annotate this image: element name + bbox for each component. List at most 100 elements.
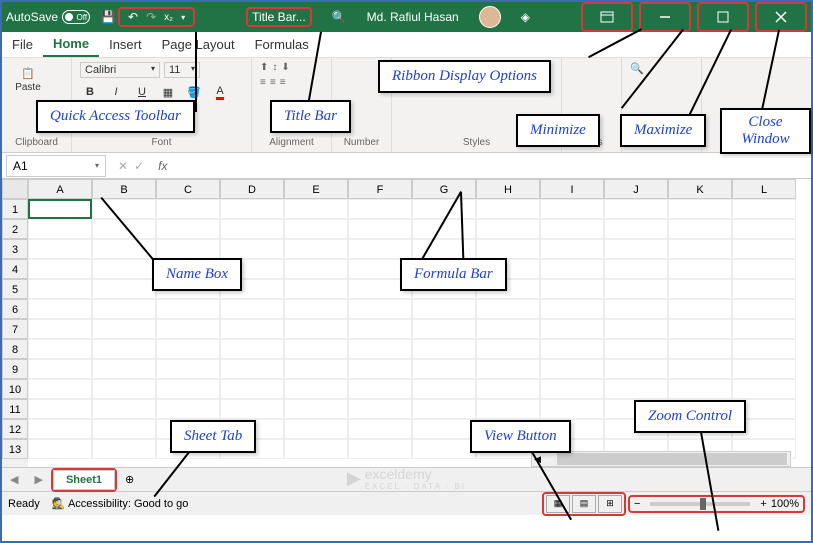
cell[interactable] — [28, 399, 92, 419]
formula-bar-input[interactable] — [173, 155, 811, 177]
qat-dropdown-icon[interactable]: ▾ — [181, 13, 185, 22]
sheet-tab-active[interactable]: Sheet1 — [53, 470, 115, 490]
cell[interactable] — [348, 339, 412, 359]
cell[interactable] — [284, 259, 348, 279]
qat-more-icon[interactable]: x₂ — [164, 12, 173, 23]
sheet-nav-next-icon[interactable]: ▶ — [26, 473, 50, 486]
cell[interactable] — [476, 339, 540, 359]
cell[interactable] — [220, 299, 284, 319]
cell[interactable] — [284, 199, 348, 219]
cell[interactable] — [604, 299, 668, 319]
cell[interactable] — [28, 219, 92, 239]
cell[interactable] — [92, 419, 156, 439]
cell[interactable] — [732, 219, 796, 239]
user-avatar[interactable] — [479, 6, 501, 28]
add-sheet-button[interactable]: ⊕ — [117, 473, 142, 486]
cell[interactable] — [540, 399, 604, 419]
row-header[interactable]: 2 — [2, 219, 28, 239]
tab-formulas[interactable]: Formulas — [245, 33, 319, 56]
cell[interactable] — [668, 319, 732, 339]
align-center-icon[interactable]: ≡ — [270, 77, 276, 88]
cell[interactable] — [412, 399, 476, 419]
cell[interactable] — [668, 279, 732, 299]
cell[interactable] — [156, 339, 220, 359]
cell[interactable] — [668, 199, 732, 219]
cell[interactable] — [284, 339, 348, 359]
row-header[interactable]: 7 — [2, 319, 28, 339]
cell[interactable] — [92, 279, 156, 299]
cell[interactable] — [412, 379, 476, 399]
cell[interactable] — [284, 279, 348, 299]
row-header[interactable]: 3 — [2, 239, 28, 259]
cell[interactable] — [604, 319, 668, 339]
cell[interactable] — [348, 199, 412, 219]
cell[interactable] — [92, 339, 156, 359]
cell[interactable] — [412, 339, 476, 359]
col-header[interactable]: H — [476, 179, 540, 199]
enter-formula-icon[interactable]: ✓ — [134, 159, 144, 173]
cell[interactable] — [412, 299, 476, 319]
cell[interactable] — [604, 379, 668, 399]
col-header[interactable]: K — [668, 179, 732, 199]
cell[interactable] — [156, 399, 220, 419]
zoom-level[interactable]: 100% — [771, 498, 799, 510]
fx-icon[interactable]: fx — [152, 159, 173, 173]
cell[interactable] — [156, 199, 220, 219]
cell[interactable] — [476, 299, 540, 319]
cell[interactable] — [156, 239, 220, 259]
cell[interactable] — [668, 259, 732, 279]
zoom-slider[interactable] — [650, 502, 750, 506]
cell[interactable] — [476, 379, 540, 399]
cell[interactable] — [668, 339, 732, 359]
cell[interactable] — [732, 199, 796, 219]
cell[interactable] — [348, 379, 412, 399]
cancel-formula-icon[interactable]: ✕ — [118, 159, 128, 173]
cell[interactable] — [284, 219, 348, 239]
cell[interactable] — [156, 379, 220, 399]
save-icon[interactable]: 💾 — [98, 7, 118, 27]
view-pagelayout-button[interactable]: ▤ — [572, 495, 596, 513]
row-header[interactable]: 8 — [2, 339, 28, 359]
col-header[interactable]: E — [284, 179, 348, 199]
cell[interactable] — [348, 399, 412, 419]
col-header[interactable]: A — [28, 179, 92, 199]
cell[interactable] — [92, 439, 156, 459]
cell[interactable] — [732, 339, 796, 359]
font-family-dropdown[interactable]: Calibri▾ — [80, 62, 160, 78]
cell[interactable] — [284, 379, 348, 399]
cell[interactable] — [604, 239, 668, 259]
cell[interactable] — [156, 219, 220, 239]
cell[interactable] — [28, 299, 92, 319]
align-mid-icon[interactable]: ↕ — [272, 62, 277, 73]
align-bot-icon[interactable]: ⬇ — [281, 62, 289, 73]
autosave-toggle[interactable]: Off — [62, 10, 90, 24]
cell[interactable] — [92, 359, 156, 379]
status-accessibility[interactable]: 🕵 Accessibility: Good to go — [52, 497, 189, 510]
cell[interactable] — [604, 339, 668, 359]
cell[interactable] — [540, 239, 604, 259]
tab-insert[interactable]: Insert — [99, 33, 152, 56]
align-right-icon[interactable]: ≡ — [280, 77, 286, 88]
cell[interactable] — [28, 319, 92, 339]
cell[interactable] — [540, 319, 604, 339]
cell[interactable] — [412, 419, 476, 439]
cell[interactable] — [284, 419, 348, 439]
cell[interactable] — [284, 399, 348, 419]
cell[interactable] — [668, 299, 732, 319]
cell[interactable] — [284, 239, 348, 259]
cell[interactable] — [604, 279, 668, 299]
cell[interactable] — [92, 379, 156, 399]
cell[interactable] — [284, 439, 348, 459]
cell[interactable] — [92, 259, 156, 279]
cell[interactable] — [28, 439, 92, 459]
cell[interactable] — [28, 379, 92, 399]
cell[interactable] — [28, 359, 92, 379]
cell[interactable] — [412, 439, 476, 459]
sheet-nav-prev-icon[interactable]: ◀ — [2, 473, 26, 486]
cell[interactable] — [732, 359, 796, 379]
cell[interactable] — [476, 199, 540, 219]
bold-button[interactable]: B — [80, 82, 100, 102]
cell[interactable] — [476, 319, 540, 339]
cell[interactable] — [412, 199, 476, 219]
row-header[interactable]: 13 — [2, 439, 28, 459]
